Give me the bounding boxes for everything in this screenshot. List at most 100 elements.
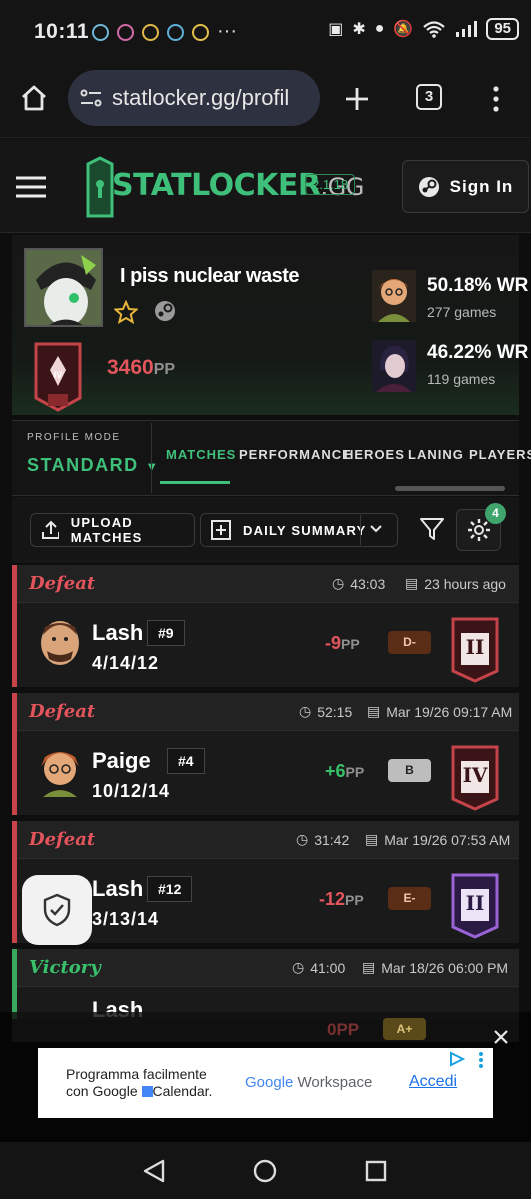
- ad-headline: Programma facilmente con Google Calendar…: [66, 1066, 212, 1100]
- hero-name: Lash: [92, 620, 144, 645]
- daily-summary-button[interactable]: DAILY SUMMARY: [200, 513, 398, 547]
- ad-choices-icon[interactable]: [449, 1051, 465, 1067]
- new-tab-icon[interactable]: [344, 86, 370, 112]
- player-name: I piss nuclear waste: [120, 265, 299, 287]
- match-kda: 4/14/12: [92, 653, 160, 673]
- notification-icon: [117, 24, 134, 41]
- tab-laning[interactable]: LANING: [408, 447, 464, 462]
- profile-mode-value: STANDARD: [27, 455, 139, 475]
- back-icon[interactable]: [143, 1159, 165, 1183]
- ad-menu-icon[interactable]: [478, 1051, 484, 1069]
- calendar-logo-icon: [141, 1086, 153, 1097]
- upload-matches-button[interactable]: UPLOAD MATCHES: [30, 513, 195, 547]
- tab-players[interactable]: PLAYERS: [469, 447, 531, 462]
- filter-icon[interactable]: [419, 517, 445, 541]
- match-card[interactable]: Victory ◷ 41:00 ▤ Mar 18/26 06:00 PM Lash: [12, 949, 519, 1022]
- duration-text: 41:00: [310, 959, 346, 976]
- steam-profile-icon[interactable]: [154, 300, 176, 322]
- clock-icon: ◷: [299, 703, 312, 719]
- address-bar[interactable]: statlocker.gg/profil: [68, 70, 320, 126]
- bluetooth-icon: ✱: [352, 21, 366, 38]
- match-header: Defeat ◷ 31:42 ▤ Mar 19/26 07:53 AM: [17, 821, 519, 859]
- tab-heroes[interactable]: HEROES: [344, 447, 405, 462]
- privacy-shield-button[interactable]: [22, 875, 92, 945]
- date-text: Mar 18/26 06:00 PM: [381, 959, 509, 976]
- tabs-scrollbar[interactable]: [395, 486, 505, 491]
- match-rank-tag: #12: [147, 876, 193, 902]
- pp-unit: PP: [336, 1020, 360, 1039]
- recents-icon[interactable]: [365, 1160, 387, 1182]
- pp-change: 0PP: [327, 1020, 359, 1040]
- nfc-icon: ▣: [328, 21, 344, 38]
- ad-cta-link[interactable]: Accedi: [409, 1073, 457, 1091]
- hero-winrate: 46.22% WR: [427, 342, 529, 363]
- signal-icon: [456, 21, 478, 37]
- match-duration: ◷ 41:00: [292, 959, 345, 976]
- pp-unit: PP: [345, 764, 365, 780]
- hero-portrait-lash: [41, 621, 79, 665]
- sign-in-button[interactable]: Sign In: [402, 160, 529, 213]
- match-result: Defeat: [29, 701, 96, 722]
- duration-text: 31:42: [314, 831, 350, 848]
- ad-line-2b: Calendar.: [152, 1083, 213, 1099]
- home-nav-icon[interactable]: [253, 1159, 277, 1183]
- tab-switcher-button[interactable]: 3: [416, 84, 442, 110]
- pp-change: +6PP: [325, 761, 364, 782]
- match-result: Defeat: [29, 573, 96, 594]
- match-card-peek: 0PP A+: [12, 1012, 519, 1042]
- browser-menu-icon[interactable]: [491, 86, 501, 112]
- calendar-icon: ▤: [365, 831, 379, 847]
- hero-name: Paige: [92, 748, 151, 773]
- home-icon[interactable]: [20, 84, 48, 112]
- upload-icon: [42, 520, 59, 539]
- match-card[interactable]: Defeat ◷ 52:15 ▤ Mar 19/26 09:17 AM Paige …: [12, 693, 519, 815]
- hero-games: 277 games: [427, 304, 497, 320]
- clock-icon: ◷: [292, 959, 305, 975]
- clock-icon: ◷: [332, 575, 345, 591]
- close-ad-icon[interactable]: [494, 1030, 508, 1044]
- rank-numeral: II: [465, 891, 485, 915]
- match-kda: 3/13/14: [92, 909, 160, 929]
- match-duration: ◷ 43:03: [332, 575, 385, 592]
- hero-name: Lash: [92, 876, 144, 901]
- pp-change-value: -12: [319, 889, 346, 909]
- rank-numeral: II: [465, 635, 485, 659]
- hamburger-menu-icon[interactable]: [16, 176, 46, 198]
- grade-badge: B: [388, 759, 431, 782]
- match-card[interactable]: Defeat ◷ 43:03 ▤ 23 hours ago Lash #9 4/14…: [12, 565, 519, 687]
- tab-performance[interactable]: PERFORMANCE: [239, 447, 352, 462]
- match-header: Victory ◷ 41:00 ▤ Mar 18/26 06:00 PM: [17, 949, 519, 987]
- chevron-down-icon[interactable]: [370, 524, 382, 534]
- match-header: Defeat ◷ 52:15 ▤ Mar 19/26 09:17 AM: [17, 693, 519, 731]
- pp-unit: PP: [345, 892, 364, 908]
- match-rank-tag: #9: [147, 620, 185, 646]
- date-text: Mar 19/26 09:17 AM: [386, 703, 513, 720]
- settings-count-badge: 4: [485, 503, 506, 524]
- location-icon: ●: [374, 20, 385, 37]
- match-result: Defeat: [29, 829, 96, 850]
- rank-numeral: IV: [462, 763, 488, 787]
- calendar-icon: ▤: [405, 575, 419, 591]
- ad-line-1: Programma facilmente: [66, 1066, 207, 1082]
- match-result: Victory: [29, 957, 101, 978]
- sign-in-label: Sign In: [449, 176, 514, 196]
- clock-icon: ◷: [296, 831, 309, 847]
- ad-brand: Google Workspace: [245, 1074, 372, 1091]
- hero-portrait-lady-geist: [372, 340, 416, 392]
- favorite-star-icon[interactable]: [114, 300, 138, 324]
- profile-mode-label: PROFILE MODE: [27, 432, 121, 443]
- profile-mode-select[interactable]: STANDARD ▼: [27, 455, 160, 476]
- logo-main-text: STATLOCKER: [112, 168, 321, 203]
- steam-icon: [418, 176, 439, 197]
- match-kda: 10/12/14: [92, 781, 171, 801]
- wifi-icon: [423, 21, 446, 38]
- site-settings-icon[interactable]: [80, 88, 102, 108]
- match-date: ▤ Mar 19/26 09:17 AM: [367, 703, 512, 720]
- tab-matches[interactable]: MATCHES: [166, 447, 236, 462]
- grade-badge: D-: [388, 631, 431, 654]
- pp-unit: PP: [153, 361, 176, 378]
- player-avatar: [24, 248, 103, 327]
- ad-line-2: con Google Calendar.: [66, 1083, 212, 1100]
- pp-change-value: -9: [325, 633, 342, 653]
- statlocker-logo-icon[interactable]: [86, 156, 114, 218]
